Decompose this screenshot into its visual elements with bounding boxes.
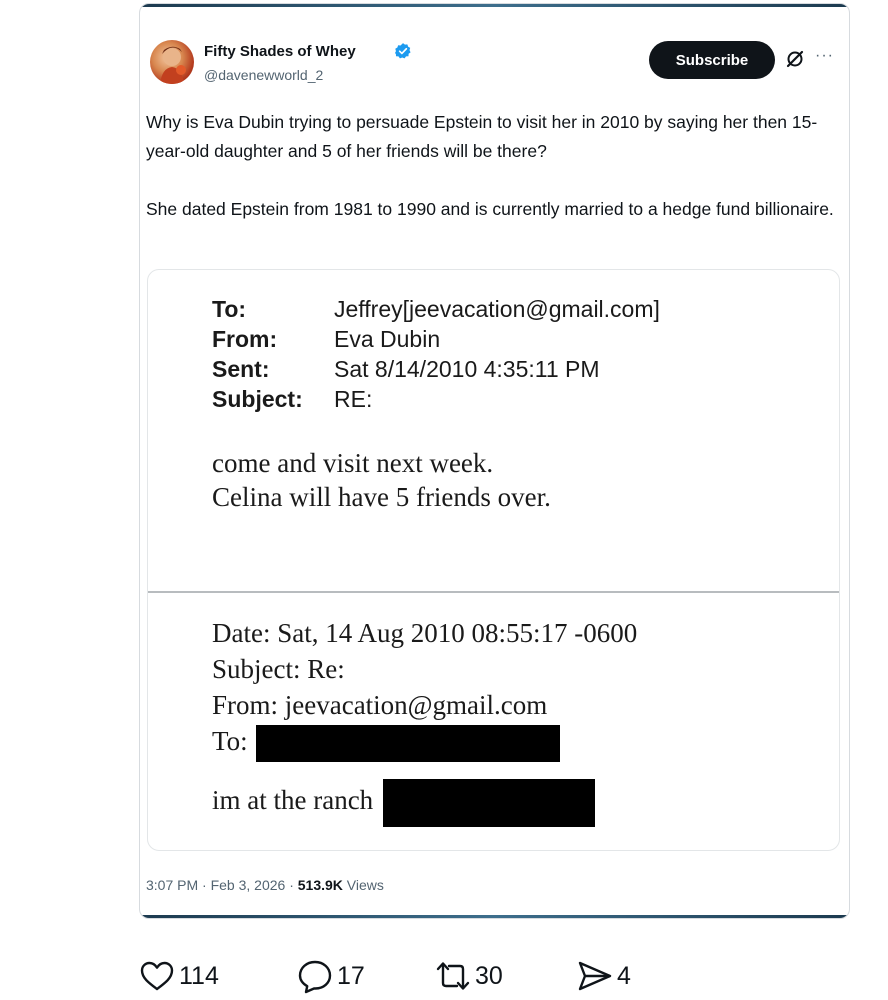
email-header-row: From: Eva Dubin xyxy=(212,324,660,354)
reply-count: 17 xyxy=(337,961,365,990)
repost-icon xyxy=(436,962,470,990)
quoted-to-label: To: xyxy=(212,726,248,756)
display-name[interactable]: Fifty Shades of Whey xyxy=(204,43,356,60)
email-header-table: To: Jeffrey[jeevacation@gmail.com] From:… xyxy=(212,294,660,414)
tweet-card[interactable]: Fifty Shades of Whey @davenewworld_2 Sub… xyxy=(139,3,850,919)
avatar[interactable] xyxy=(150,40,194,84)
redaction-box xyxy=(383,779,596,827)
email-header-key: To: xyxy=(212,296,247,322)
email-body-line: Celina will have 5 friends over. xyxy=(212,482,551,512)
heart-icon xyxy=(140,961,174,991)
email-body-line: come and visit next week. xyxy=(212,448,494,478)
handle[interactable]: @davenewworld_2 xyxy=(204,67,323,83)
quoted-subject: Subject: Re: xyxy=(212,654,345,684)
verified-badge-icon xyxy=(394,43,411,59)
email-header-row: Sent: Sat 8/14/2010 4:35:11 PM xyxy=(212,354,660,384)
email-header-value: RE: xyxy=(334,386,373,412)
tweet-text: Why is Eva Dubin trying to persuade Epst… xyxy=(146,108,844,224)
subscribe-button[interactable]: Subscribe xyxy=(649,41,775,79)
like-button[interactable]: 114 xyxy=(139,952,219,1000)
email-screenshot-image[interactable]: To: Jeffrey[jeevacation@gmail.com] From:… xyxy=(147,269,840,851)
quoted-date: Date: Sat, 14 Aug 2010 08:55:17 -0600 xyxy=(212,618,638,648)
reply-icon xyxy=(298,960,332,994)
tweet-text-paragraph: Why is Eva Dubin trying to persuade Epst… xyxy=(146,112,818,161)
email-header-value: Sat 8/14/2010 4:35:11 PM xyxy=(334,356,600,382)
share-button[interactable]: 4 xyxy=(577,952,631,1000)
quoted-to-row: To: xyxy=(212,723,637,763)
tweet-timestamp[interactable]: 3:07 PM · Feb 3, 2026 · 513.9K Views xyxy=(146,877,384,893)
reply-button[interactable]: 17 xyxy=(297,952,365,1000)
quoted-body-text: im at the ranch xyxy=(212,785,374,816)
send-icon xyxy=(578,961,612,991)
repost-count: 30 xyxy=(475,961,503,990)
share-count: 4 xyxy=(617,961,631,990)
tweet-text-paragraph: She dated Epstein from 1981 to 1990 and … xyxy=(146,199,834,219)
action-bar: 114 17 30 4 xyxy=(139,952,679,1000)
email-body: come and visit next week. Celina will ha… xyxy=(212,446,551,514)
email-header-key: Subject: xyxy=(212,386,303,412)
repost-button[interactable]: 30 xyxy=(435,952,503,1000)
email-header-key: From: xyxy=(212,326,278,352)
email-header-key: Sent: xyxy=(212,356,270,382)
email-divider xyxy=(148,591,839,593)
like-count: 114 xyxy=(179,961,219,990)
redaction-box xyxy=(255,725,560,763)
avatar-image xyxy=(160,46,186,84)
quoted-email: Date: Sat, 14 Aug 2010 08:55:17 -0600 Su… xyxy=(212,615,638,827)
timestamp-text: 3:07 PM · Feb 3, 2026 · xyxy=(146,877,298,893)
email-header-row: Subject: RE: xyxy=(212,384,660,414)
email-header-row: To: Jeffrey[jeevacation@gmail.com] xyxy=(212,294,660,324)
email-header-value: Eva Dubin xyxy=(334,326,441,352)
more-options-icon[interactable]: ··· xyxy=(815,47,834,65)
quoted-from: From: jeevacation@gmail.com xyxy=(212,690,548,720)
views-count: 513.9K xyxy=(297,877,343,893)
views-label: Views xyxy=(342,877,384,893)
grok-icon[interactable] xyxy=(785,49,805,69)
email-header-value: Jeffrey[jeevacation@gmail.com] xyxy=(334,296,660,322)
quoted-body-row: im at the ranch xyxy=(212,779,637,827)
